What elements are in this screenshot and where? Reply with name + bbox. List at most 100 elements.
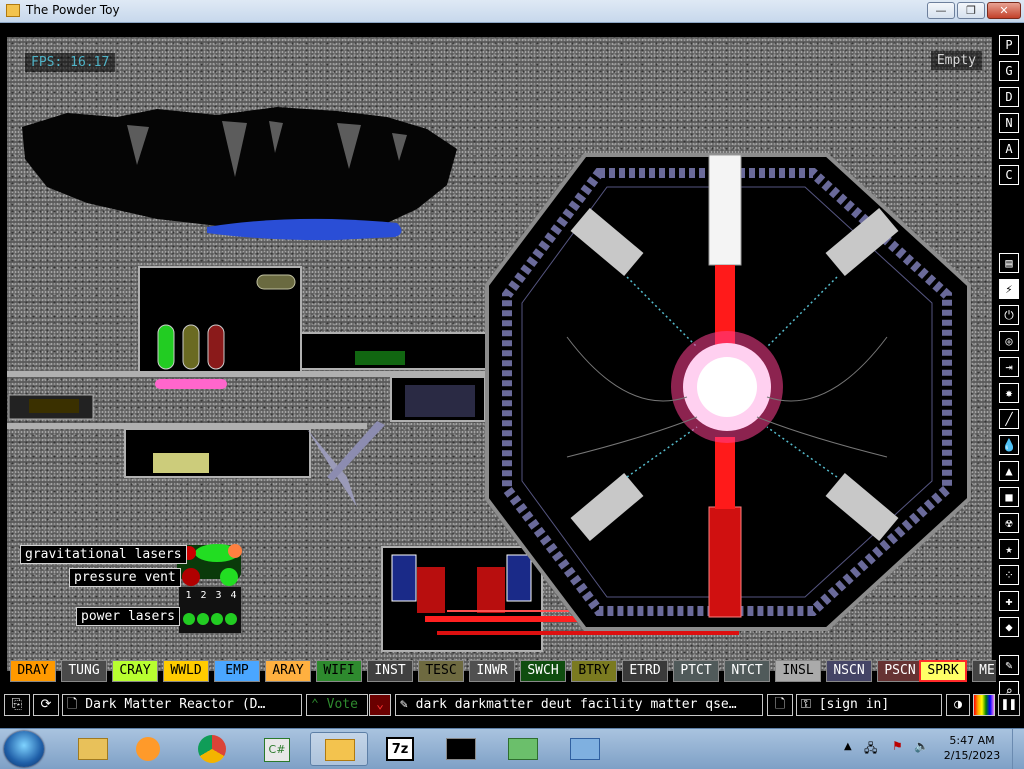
- element-tesc[interactable]: TESC: [418, 660, 464, 682]
- powder-toy-icon: [325, 739, 355, 761]
- volume-icon[interactable]: 🔈: [914, 739, 929, 753]
- cmd-taskbar-icon[interactable]: [434, 732, 486, 766]
- render-options-icon[interactable]: ◑: [946, 694, 970, 716]
- element-me[interactable]: ME: [972, 660, 996, 682]
- element-aray[interactable]: ARAY: [265, 660, 311, 682]
- save-file-icon[interactable]: 🗋: [767, 694, 793, 716]
- element-emp[interactable]: EMP: [214, 660, 260, 682]
- newtonian-n-button[interactable]: N: [999, 113, 1019, 133]
- powder-toy-taskbar-icon[interactable]: [310, 732, 368, 766]
- element-ptct[interactable]: PTCT: [673, 660, 719, 682]
- wall-icon[interactable]: ▤: [999, 253, 1019, 273]
- login-button[interactable]: ⚿ [sign in]: [796, 694, 942, 716]
- element-nscn[interactable]: NSCN: [826, 660, 872, 682]
- clock-time: 5:47 AM: [949, 734, 995, 747]
- start-button[interactable]: [4, 731, 44, 767]
- terminal-icon: [446, 738, 476, 760]
- save-title-text: Dark Matter Reactor (D…: [85, 697, 266, 712]
- media-player-taskbar-icon[interactable]: [122, 732, 174, 766]
- special-icon[interactable]: ★: [999, 539, 1019, 559]
- console-c-button[interactable]: C: [999, 165, 1019, 185]
- 7zip-taskbar-icon[interactable]: 7z: [374, 732, 426, 766]
- simulation-canvas[interactable]: FPS: 16.17 Empty gravitational lasers pr…: [7, 37, 992, 671]
- network-tool-taskbar-icon[interactable]: [496, 732, 548, 766]
- ambient-a-button[interactable]: A: [999, 139, 1019, 159]
- tray-expand-icon[interactable]: ▲: [844, 741, 852, 752]
- explorer-taskbar-icon[interactable]: [66, 732, 118, 766]
- csharp-taskbar-icon[interactable]: C#: [250, 732, 302, 766]
- app-icon: [6, 4, 20, 17]
- 7zip-icon: 7z: [386, 737, 414, 761]
- control-panel-icon: [570, 738, 600, 760]
- open-save-icon[interactable]: ⎘: [4, 694, 30, 716]
- element-btry[interactable]: BTRY: [571, 660, 617, 682]
- liquid-icon[interactable]: 💧: [999, 435, 1019, 455]
- display-mode-icon[interactable]: [973, 694, 995, 716]
- reload-icon[interactable]: ⟳: [33, 694, 59, 716]
- solid-icon[interactable]: ■: [999, 487, 1019, 507]
- element-palette: DRAY TUNG CRAY WWLD EMP ARAY WIFI INST T…: [10, 658, 996, 684]
- tags-text: dark darkmatter deut facility matter qse…: [415, 697, 737, 712]
- switch-number[interactable]: 4: [230, 590, 236, 601]
- vote-text: Vote: [326, 697, 358, 712]
- media-icon: [136, 737, 160, 761]
- power-icon[interactable]: ⏻: [999, 305, 1019, 325]
- switch-number[interactable]: 3: [215, 590, 221, 601]
- game-area: FPS: 16.17 Empty gravitational lasers pr…: [0, 23, 1024, 728]
- favorite-icon[interactable]: ◆: [999, 617, 1019, 637]
- chrome-taskbar-icon[interactable]: [186, 732, 238, 766]
- decorations-d-button[interactable]: D: [999, 87, 1019, 107]
- life-icon[interactable]: ⁘: [999, 565, 1019, 585]
- vote-up-button[interactable]: ⌃ Vote: [306, 694, 368, 716]
- vote-down-button[interactable]: ⌄: [369, 694, 391, 716]
- sign-pressure-vent[interactable]: pressure vent: [69, 568, 181, 587]
- action-center-icon[interactable]: ⚑: [892, 739, 903, 753]
- element-insl[interactable]: INSL: [775, 660, 821, 682]
- clock[interactable]: 5:47 AM 2/15/2023: [940, 733, 1004, 763]
- pause-icon[interactable]: ❚❚: [998, 694, 1020, 716]
- element-cray[interactable]: CRAY: [112, 660, 158, 682]
- element-tung[interactable]: TUNG: [61, 660, 107, 682]
- powder-icon[interactable]: ▲: [999, 461, 1019, 481]
- monitor-icon: [508, 738, 538, 760]
- element-etrd[interactable]: ETRD: [622, 660, 668, 682]
- element-inwr[interactable]: INWR: [469, 660, 515, 682]
- thumb-up-icon: ⌃: [311, 697, 327, 712]
- element-ntct[interactable]: NTCT: [724, 660, 770, 682]
- element-pscn[interactable]: PSCN: [877, 660, 923, 682]
- laser-switch-numbers: 1 2 3 4: [181, 590, 241, 601]
- tools-icon[interactable]: ✚: [999, 591, 1019, 611]
- pause-sim-p-button[interactable]: P: [999, 35, 1019, 55]
- force-icon[interactable]: ⇥: [999, 357, 1019, 377]
- sensor-icon[interactable]: ◎: [999, 331, 1019, 351]
- element-sprk[interactable]: SPRK: [919, 660, 967, 682]
- radioactive-icon[interactable]: ☢: [999, 513, 1019, 533]
- show-desktop-button[interactable]: [1012, 729, 1024, 769]
- gas-icon[interactable]: ╱: [999, 409, 1019, 429]
- element-swch[interactable]: SWCH: [520, 660, 566, 682]
- decoration-icon[interactable]: ✎: [999, 655, 1019, 675]
- electronics-icon[interactable]: ⚡: [999, 279, 1019, 299]
- folder-icon: [78, 738, 108, 760]
- minimize-button[interactable]: —: [927, 2, 955, 19]
- sign-gravitational-lasers[interactable]: gravitational lasers: [20, 545, 187, 564]
- fps-counter: FPS: 16.17: [25, 53, 116, 72]
- element-dray[interactable]: DRAY: [10, 660, 56, 682]
- save-title-button[interactable]: 🗋 Dark Matter Reactor (D…: [62, 694, 302, 716]
- login-text: [sign in]: [818, 697, 890, 712]
- switch-number[interactable]: 1: [185, 590, 191, 601]
- tags-button[interactable]: ✎ dark darkmatter deut facility matter q…: [395, 694, 763, 716]
- gravity-g-button[interactable]: G: [999, 61, 1019, 81]
- element-wifi[interactable]: WIFI: [316, 660, 362, 682]
- network-icon[interactable]: 🖧: [864, 739, 877, 760]
- sign-power-lasers[interactable]: power lasers: [76, 607, 180, 626]
- explosive-icon[interactable]: ✸: [999, 383, 1019, 403]
- window-titlebar[interactable]: The Powder Toy — ❐ ✕: [0, 0, 1024, 23]
- element-inst[interactable]: INST: [367, 660, 413, 682]
- maximize-button[interactable]: ❐: [957, 2, 985, 19]
- close-button[interactable]: ✕: [987, 2, 1021, 19]
- key-icon: ⚿: [801, 697, 819, 712]
- element-wwld[interactable]: WWLD: [163, 660, 209, 682]
- control-panel-taskbar-icon[interactable]: [558, 732, 610, 766]
- switch-number[interactable]: 2: [200, 590, 206, 601]
